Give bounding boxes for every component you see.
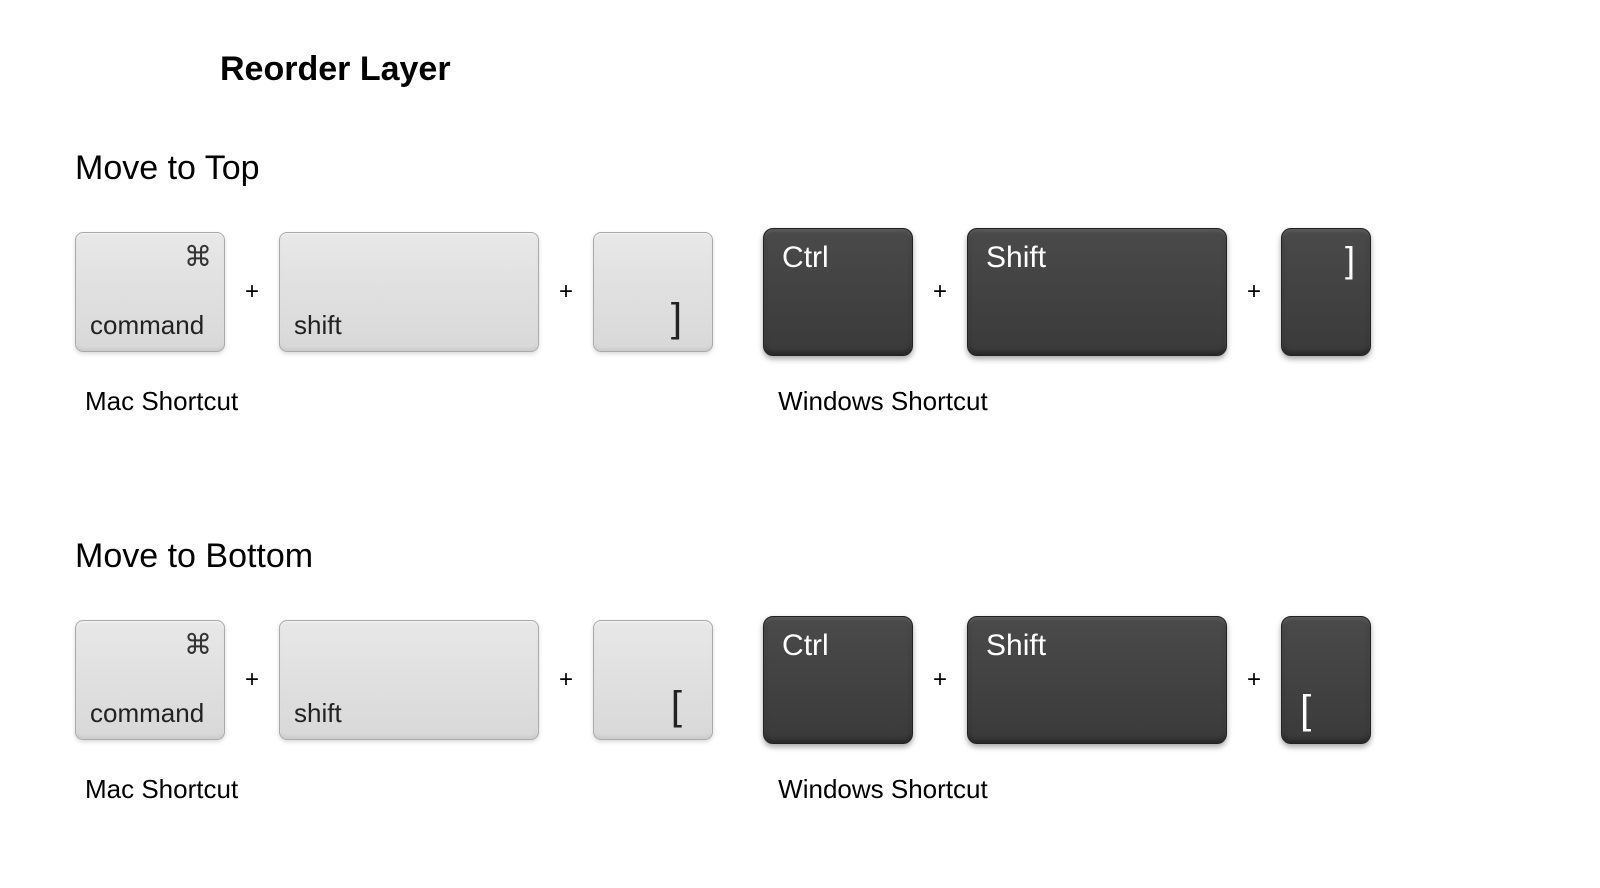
plus-separator: + — [933, 666, 947, 694]
shortcut-group-mac: ⌘ command + shift + [ — [75, 620, 713, 740]
key-label: shift — [294, 698, 342, 729]
key-shift: shift — [279, 620, 539, 740]
windows-caption: Windows Shortcut — [778, 386, 988, 417]
plus-separator: + — [559, 278, 573, 306]
plus-separator: + — [1247, 666, 1261, 694]
key-label: Ctrl — [782, 629, 829, 663]
key-bracket: ] — [593, 232, 713, 352]
plus-separator: + — [1247, 278, 1261, 306]
section-move-to-bottom: Move to Bottom ⌘ command + shift + [ Ctr… — [75, 537, 1525, 805]
key-shift: Shift — [967, 228, 1227, 356]
section-heading: Move to Top — [75, 149, 1525, 188]
mac-caption: Mac Shortcut — [85, 386, 238, 417]
key-label: Ctrl — [782, 241, 829, 275]
key-shift: Shift — [967, 616, 1227, 744]
key-bracket: [ — [593, 620, 713, 740]
section-heading: Move to Bottom — [75, 537, 1525, 576]
command-icon: ⌘ — [184, 243, 212, 271]
key-label: [ — [1300, 688, 1311, 733]
key-bracket: [ — [1281, 616, 1371, 744]
plus-separator: + — [933, 278, 947, 306]
key-label: shift — [294, 310, 342, 341]
plus-separator: + — [245, 666, 259, 694]
key-ctrl: Ctrl — [763, 228, 913, 356]
shortcut-group-mac: ⌘ command + shift + ] — [75, 232, 713, 352]
shortcut-row: ⌘ command + shift + ] Ctrl + Shift + ] — [75, 228, 1525, 356]
shortcut-group-windows: Ctrl + Shift + [ — [763, 616, 1371, 744]
key-shift: shift — [279, 232, 539, 352]
windows-caption: Windows Shortcut — [778, 774, 988, 805]
key-label: Shift — [986, 629, 1046, 663]
key-label: command — [90, 310, 204, 341]
key-command: ⌘ command — [75, 620, 225, 740]
shortcut-row: ⌘ command + shift + [ Ctrl + Shift + [ — [75, 616, 1525, 744]
key-ctrl: Ctrl — [763, 616, 913, 744]
plus-separator: + — [245, 278, 259, 306]
captions-row: Mac Shortcut Windows Shortcut — [75, 386, 1525, 417]
section-move-to-top: Move to Top ⌘ command + shift + ] Ctrl +… — [75, 149, 1525, 417]
page-title: Reorder Layer — [220, 50, 1525, 89]
key-bracket: ] — [1281, 228, 1371, 356]
key-label: ] — [1345, 239, 1355, 281]
key-label: command — [90, 698, 204, 729]
captions-row: Mac Shortcut Windows Shortcut — [75, 774, 1525, 805]
key-label: Shift — [986, 241, 1046, 275]
command-icon: ⌘ — [184, 631, 212, 659]
shortcut-group-windows: Ctrl + Shift + ] — [763, 228, 1371, 356]
key-command: ⌘ command — [75, 232, 225, 352]
mac-caption: Mac Shortcut — [85, 774, 238, 805]
plus-separator: + — [559, 666, 573, 694]
key-label: [ — [671, 684, 682, 729]
key-label: ] — [671, 296, 682, 341]
